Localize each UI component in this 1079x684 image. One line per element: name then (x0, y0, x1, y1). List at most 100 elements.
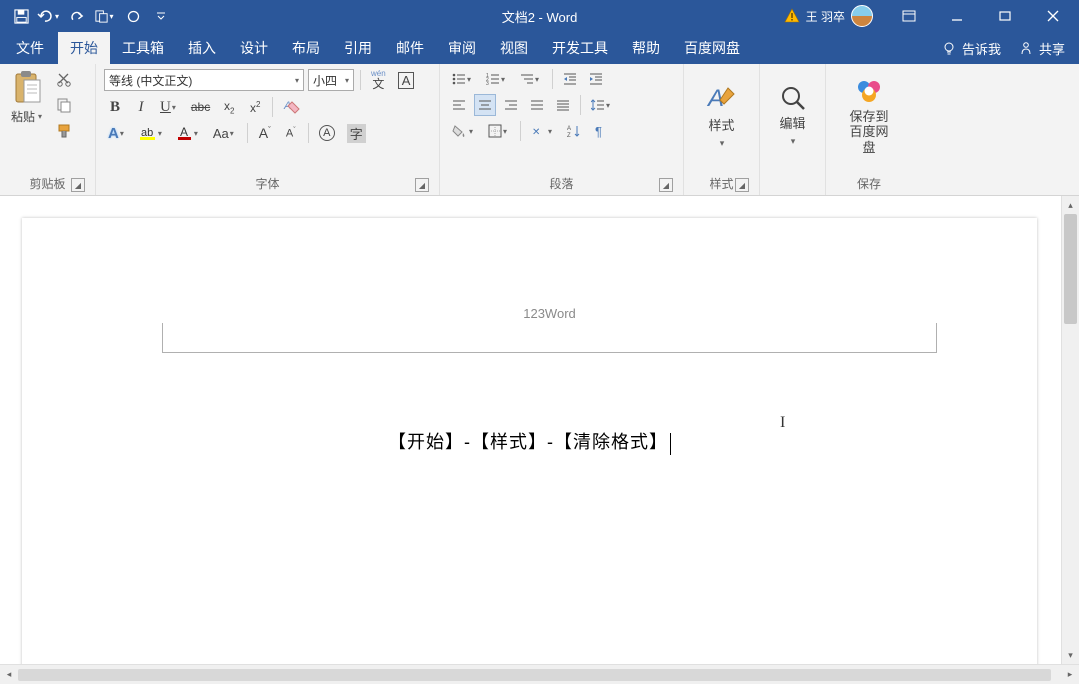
align-justify-button[interactable] (526, 94, 548, 116)
lightbulb-icon (942, 41, 956, 55)
align-center-button[interactable] (474, 94, 496, 116)
grow-font-button[interactable]: Aˇ (254, 122, 276, 144)
font-color-button[interactable]: A▾ (173, 122, 205, 144)
shrink-font-button[interactable]: Aˇ (280, 122, 302, 144)
bold-button[interactable]: B (104, 96, 126, 118)
character-shading-button[interactable]: 字 (343, 122, 370, 144)
copy-button[interactable] (52, 94, 76, 116)
decrease-indent-button[interactable] (559, 68, 581, 90)
styles-launcher[interactable]: ◢ (735, 178, 749, 192)
tab-file[interactable]: 文件 (2, 32, 58, 64)
multilevel-list-button[interactable]: ▾ (516, 68, 546, 90)
strikethrough-button[interactable]: abc (187, 96, 214, 118)
share-button[interactable]: 共享 (1011, 39, 1073, 58)
clipboard-launcher[interactable]: ◢ (71, 178, 85, 192)
tab-home[interactable]: 开始 (58, 32, 110, 64)
baidu-cloud-icon (854, 77, 884, 105)
character-border-button[interactable]: A (394, 69, 419, 91)
group-clipboard: 粘贴▾ 剪贴板 ◢ (0, 64, 96, 195)
indent-icon (589, 72, 603, 86)
borders-button[interactable]: ▾ (484, 120, 514, 142)
save-button[interactable] (8, 3, 34, 29)
line-spacing-button[interactable]: ▾ (587, 94, 617, 116)
hscroll-thumb[interactable] (18, 669, 1051, 681)
increase-indent-button[interactable] (585, 68, 607, 90)
document-body-text[interactable]: 【开始】-【样式】-【清除格式】 (22, 428, 1037, 455)
page[interactable]: 123Word 【开始】-【样式】-【清除格式】 I (22, 218, 1037, 664)
tab-view[interactable]: 视图 (488, 32, 540, 64)
page-header[interactable]: 123Word (162, 306, 937, 353)
shading-button[interactable]: ▾ (448, 120, 480, 142)
tell-me-button[interactable]: 告诉我 (934, 39, 1009, 58)
ribbon-display-button[interactable] (887, 1, 931, 31)
paste-button[interactable]: 粘贴▾ (8, 68, 48, 142)
bullets-button[interactable]: ▾ (448, 68, 478, 90)
pilcrow-icon: ¶ (593, 124, 607, 138)
svg-text:✕: ✕ (532, 127, 540, 138)
maximize-button[interactable] (983, 1, 1027, 31)
touch-mode-button[interactable]: ▾ (92, 3, 118, 29)
vscroll-thumb[interactable] (1064, 214, 1077, 324)
tab-toolbox[interactable]: 工具箱 (110, 32, 176, 64)
asian-layout-button[interactable]: ✕▾ (527, 120, 559, 142)
user-name: 王 羽卒 (806, 8, 845, 25)
paste-label: 粘贴 (11, 108, 35, 125)
vertical-scrollbar[interactable]: ▴ ▾ (1061, 196, 1079, 664)
format-painter-button[interactable] (52, 120, 76, 142)
outdent-icon (563, 72, 577, 86)
font-launcher[interactable]: ◢ (415, 178, 429, 192)
subscript-button[interactable]: x2 (218, 96, 240, 118)
underline-button[interactable]: U▾ (156, 96, 183, 118)
undo-button[interactable]: ▾ (36, 3, 62, 29)
paragraph-launcher[interactable]: ◢ (659, 178, 673, 192)
italic-button[interactable]: I (130, 96, 152, 118)
font-name-picker[interactable]: 等线 (中文正文)▾ (104, 69, 304, 91)
group-paragraph: ▾ 123▾ ▾ ▾ ▾ ▾ ✕▾ AZ (440, 64, 684, 195)
phonetic-guide-button[interactable]: wén文 (367, 68, 390, 92)
align-distributed-button[interactable] (552, 94, 574, 116)
cut-button[interactable] (52, 68, 76, 90)
tab-baidu[interactable]: 百度网盘 (672, 32, 752, 64)
tab-mail[interactable]: 邮件 (384, 32, 436, 64)
horizontal-scrollbar[interactable]: ◂ ▸ (0, 664, 1079, 684)
tab-insert[interactable]: 插入 (176, 32, 228, 64)
change-case-button[interactable]: Aa▾ (209, 122, 241, 144)
brush-icon (56, 123, 72, 139)
scroll-up-button[interactable]: ▴ (1062, 196, 1079, 214)
tab-review[interactable]: 审阅 (436, 32, 488, 64)
qat-circle-button[interactable] (120, 3, 146, 29)
scroll-left-button[interactable]: ◂ (0, 666, 18, 684)
superscript-button[interactable]: x2 (244, 96, 266, 118)
font-color-icon: A (177, 125, 193, 141)
editing-button[interactable]: 编辑▾ (768, 68, 817, 164)
tell-me-label: 告诉我 (962, 39, 1001, 58)
tab-developer[interactable]: 开发工具 (540, 32, 620, 64)
qat-customize-button[interactable] (148, 3, 174, 29)
scroll-down-button[interactable]: ▾ (1062, 646, 1079, 664)
numbering-icon: 123 (486, 72, 500, 86)
scroll-right-button[interactable]: ▸ (1061, 666, 1079, 684)
styles-button[interactable]: A 样式▾ (692, 68, 751, 164)
numbering-button[interactable]: 123▾ (482, 68, 512, 90)
font-group-label: 字体 (255, 177, 279, 191)
minimize-button[interactable] (935, 1, 979, 31)
redo-button[interactable] (64, 3, 90, 29)
tab-layout[interactable]: 布局 (280, 32, 332, 64)
close-button[interactable] (1031, 1, 1075, 31)
tab-help[interactable]: 帮助 (620, 32, 672, 64)
align-left-button[interactable] (448, 94, 470, 116)
user-account[interactable]: 王 羽卒 (774, 5, 883, 27)
align-right-button[interactable] (500, 94, 522, 116)
show-marks-button[interactable]: ¶ (589, 120, 611, 142)
baidu-save-button[interactable]: 保存到百度网盘 (834, 68, 904, 164)
clear-formatting-button[interactable]: A (279, 96, 305, 118)
font-size-picker[interactable]: 小四▾ (308, 69, 354, 91)
clipboard-group-label: 剪贴板 (29, 177, 65, 191)
enclosed-char-button[interactable]: A (315, 122, 339, 144)
text-effects-button[interactable]: A▾ (104, 122, 131, 144)
tab-reference[interactable]: 引用 (332, 32, 384, 64)
sort-icon: AZ (567, 124, 581, 138)
tab-design[interactable]: 设计 (228, 32, 280, 64)
sort-button[interactable]: AZ (563, 120, 585, 142)
highlight-button[interactable]: ab▾ (135, 122, 169, 144)
